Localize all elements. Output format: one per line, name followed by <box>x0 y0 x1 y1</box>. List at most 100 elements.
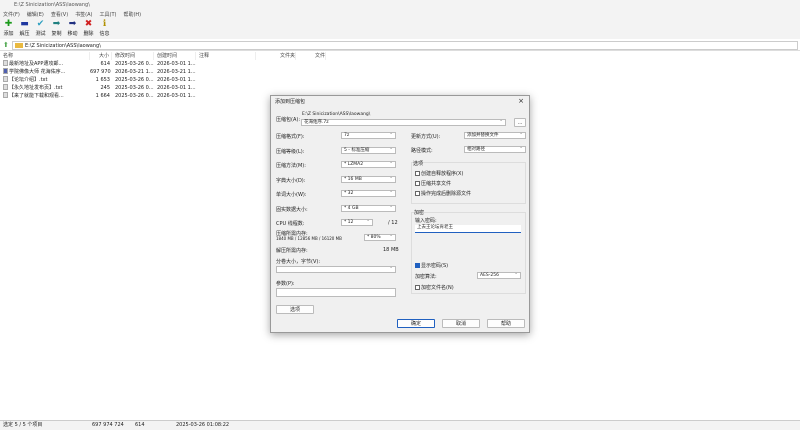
status-size: 614 <box>135 422 145 428</box>
status-selected: 选定 5 / 5 个项目 <box>3 422 43 428</box>
menu-tools[interactable]: 工具(T) <box>100 11 117 19</box>
toolbar-delete-button[interactable]: ✖ 删除 <box>82 19 95 39</box>
window-title: E:\Z Sinicization\ASS\laowang\ <box>0 0 800 11</box>
file-row[interactable]: 【论坛介绍】.txt 1 653 2025-03-26 0... 2026-03… <box>0 76 800 84</box>
toolbar-minus-button[interactable]: ▬ 解压 <box>18 19 31 39</box>
dialog-title: 添加到压缩包 <box>275 99 306 105</box>
method-label: 压缩方法(M): <box>276 163 306 169</box>
toolbar-move-arrow-button[interactable]: ➡ 移动 <box>66 19 79 39</box>
cpu-max: / 12 <box>388 220 398 226</box>
show-password-checkbox[interactable]: 显示密码(S) <box>415 262 448 269</box>
solid-select[interactable]: * 4 GB <box>341 204 396 212</box>
toolbar-check-button[interactable]: ✔ 测试 <box>34 19 47 39</box>
options-button[interactable]: 选项 <box>276 305 314 314</box>
cpu-select[interactable]: * 12 <box>341 218 373 226</box>
dict-label: 字典大小(D): <box>276 178 306 184</box>
file-modified: 2026-03-21 1... <box>115 69 154 75</box>
password-input[interactable]: 上去王论坛肯老王 <box>415 225 521 233</box>
delete-after-checkbox[interactable]: 操作完成后删除源文件 <box>415 190 471 197</box>
level-label: 压缩等级(L): <box>276 149 305 155</box>
up-folder-icon[interactable]: ⬆ <box>3 41 9 49</box>
file-modified: 2025-03-26 0... <box>115 85 154 91</box>
mem-percent-select[interactable]: * 80% <box>364 233 396 241</box>
mem-detail: 1840 MB / 12856 MB / 16120 MB <box>276 236 342 241</box>
check-icon: ✔ <box>36 19 45 29</box>
archive-path: E:\Z Sinicization\ASS\laowang\ <box>302 112 371 117</box>
col-files[interactable]: 文件 <box>296 52 326 60</box>
word-select[interactable]: * 32 <box>341 189 396 197</box>
address-bar: ⬆ E:\Z Sinicization\ASS\laowang\ <box>0 40 800 51</box>
file-name: 【论坛介绍】.txt <box>9 77 48 83</box>
password-label: 输入密码: <box>415 218 437 224</box>
col-comment[interactable]: 注释 <box>196 52 256 60</box>
menu-help[interactable]: 帮助(H) <box>123 11 141 19</box>
split-label: 分卷大小，字节(V): <box>276 259 321 265</box>
shared-checkbox[interactable]: 压缩共享文件 <box>415 180 451 187</box>
folder-icon <box>15 43 23 48</box>
toolbar-label: 移动 <box>67 31 78 37</box>
help-button[interactable]: 帮助 <box>487 319 525 328</box>
encrypt-names-checkbox[interactable]: 加密文件名(N) <box>415 284 454 291</box>
col-name[interactable]: 名称 <box>0 52 90 60</box>
file-created: 2026-03-01 1... <box>157 93 196 99</box>
file-icon <box>3 68 8 74</box>
address-input[interactable]: E:\Z Sinicization\ASS\laowang\ <box>12 41 798 50</box>
format-select[interactable]: 7z <box>341 131 396 139</box>
path-mode-select[interactable]: 相对路径 <box>464 145 526 153</box>
split-select[interactable] <box>276 265 396 273</box>
status-date: 2025-03-26 01:08:22 <box>176 422 230 428</box>
file-name: 【永久地址发布页】.txt <box>9 85 63 91</box>
word-label: 单词大小(W): <box>276 192 307 198</box>
toolbar-copy-arrow-button[interactable]: ➡ 复制 <box>50 19 63 39</box>
sfx-label: 创建自释放程序(X) <box>421 171 464 177</box>
menu-edit[interactable]: 编辑(E) <box>27 11 44 19</box>
params-input[interactable] <box>276 288 396 297</box>
options-group-label: 选项 <box>413 161 424 167</box>
file-row[interactable]: 学院佛像大师 花海佑序... 697 970 548 2026-03-21 1.… <box>0 68 800 76</box>
file-modified: 2025-03-26 0... <box>115 61 154 67</box>
params-label: 参数(P): <box>276 281 295 287</box>
file-size: 614 <box>100 61 110 67</box>
menu-view[interactable]: 查看(V) <box>51 11 68 19</box>
enc-method-label: 加密算法: <box>415 274 437 280</box>
file-row[interactable]: 最新地址及APP遭攻邮... 614 2025-03-26 0... 2026-… <box>0 60 800 68</box>
file-icon <box>3 60 8 66</box>
col-created[interactable]: 创建时间 <box>154 52 196 60</box>
close-icon[interactable]: × <box>518 97 524 105</box>
shared-label: 压缩共享文件 <box>421 181 452 187</box>
encrypt-names-label: 加密文件名(N) <box>421 285 454 291</box>
file-row[interactable]: 【永久地址发布页】.txt 245 2025-03-26 0... 2026-0… <box>0 84 800 92</box>
archive-name-input[interactable]: 花海佑序.7z <box>301 118 506 126</box>
enc-method-select[interactable]: AES-256 <box>477 271 521 279</box>
delete-after-label: 操作完成后删除源文件 <box>421 191 472 197</box>
file-size: 1 664 <box>95 93 110 99</box>
info-icon: ℹ <box>102 19 107 29</box>
delete-icon: ✖ <box>84 19 93 29</box>
cpu-label: CPU 线程数: <box>276 221 305 227</box>
file-list: 名称 大小 修改时间 创建时间 注释 文件夹 文件 最新地址及APP遭攻邮...… <box>0 52 800 100</box>
toolbar-plus-button[interactable]: ✚ 添加 <box>2 19 15 39</box>
col-size[interactable]: 大小 <box>90 52 112 60</box>
dmem-value: 18 MB <box>383 247 399 253</box>
dict-select[interactable]: * 16 MB <box>341 175 396 183</box>
browse-button[interactable]: ... <box>514 118 526 127</box>
file-size: 1 653 <box>95 77 110 83</box>
path-mode-label: 路径模式: <box>411 148 433 154</box>
ok-button[interactable]: 确定 <box>397 319 435 328</box>
col-folders[interactable]: 文件夹 <box>256 52 296 60</box>
archive-label: 压缩包(A): <box>276 117 301 123</box>
add-to-archive-dialog: 添加到压缩包 × 压缩包(A): E:\Z Sinicization\ASS\l… <box>270 95 530 333</box>
file-name: 【来了就能下载和观看... <box>9 93 64 99</box>
toolbar-label: 删除 <box>83 31 94 37</box>
update-select[interactable]: 添加并替换文件 <box>464 131 526 139</box>
level-select[interactable]: 5 - 标准压缩 <box>341 146 396 154</box>
cancel-button[interactable]: 取消 <box>442 319 480 328</box>
sfx-checkbox[interactable]: 创建自释放程序(X) <box>415 170 463 177</box>
toolbar-info-button[interactable]: ℹ 信息 <box>98 19 111 39</box>
file-icon <box>3 84 8 90</box>
method-select[interactable]: * LZMA2 <box>341 160 396 168</box>
menu-file[interactable]: 文件(F) <box>3 11 20 19</box>
dmem-label: 解压所需内存: <box>276 248 308 254</box>
menu-bookmarks[interactable]: 书签(A) <box>75 11 92 19</box>
col-modified[interactable]: 修改时间 <box>112 52 154 60</box>
